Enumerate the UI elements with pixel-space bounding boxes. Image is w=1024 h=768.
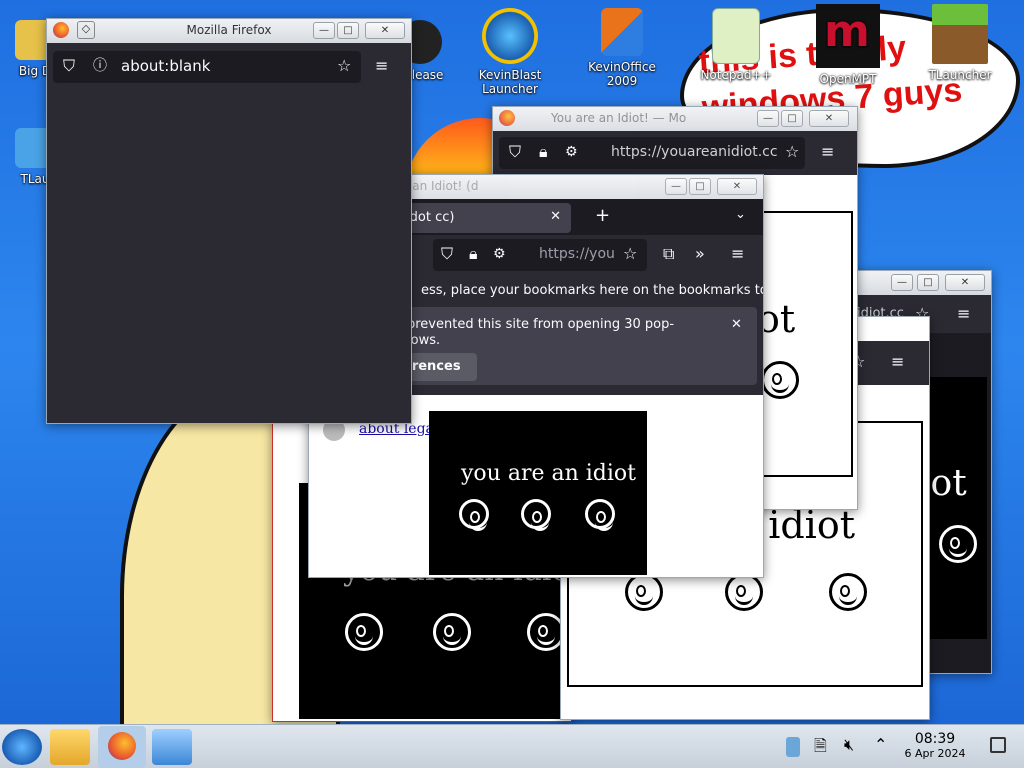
permissions-icon[interactable]: ⚙ xyxy=(565,137,578,167)
office-icon xyxy=(601,8,643,56)
firefox-blank-window[interactable]: ◇ Mozilla Firefox — □ ✕ ⛉ ⓘ about:blank … xyxy=(46,18,412,424)
desktop-icon-kevinblast[interactable]: KevinBlast Launcher xyxy=(462,8,558,96)
bookmark-star-icon[interactable]: ☆ xyxy=(623,239,637,269)
menu-icon[interactable]: ≡ xyxy=(821,137,834,167)
minimize-button[interactable]: — xyxy=(757,110,779,127)
popup-notice-text: prevented this site from opening 30 pop- xyxy=(407,317,675,332)
smiley-icon xyxy=(459,499,489,531)
url-bar[interactable]: ⛉ 🔒︎ ⚙ https://youareanidiot.cc ☆ xyxy=(499,137,805,169)
desktop-icon-kevinoffice[interactable]: KevinOffice 2009 xyxy=(574,8,670,88)
shield-icon: ⛉ xyxy=(441,244,454,263)
titlebar: — □ ✕ xyxy=(837,271,991,295)
extensions-icon[interactable]: ⧉ xyxy=(663,239,674,269)
shield-icon: ⛉ xyxy=(509,142,522,161)
show-desktop-icon[interactable] xyxy=(990,737,1006,753)
titlebar: You are an Idiot! — Mo — □ ✕ xyxy=(493,107,857,131)
close-button[interactable]: ✕ xyxy=(809,110,849,127)
lock-icon: 🔒︎ xyxy=(469,244,478,263)
file-manager-icon[interactable] xyxy=(50,729,90,765)
smiley-icon xyxy=(829,573,867,611)
close-notice-icon[interactable]: ✕ xyxy=(731,317,742,332)
minimize-button[interactable]: — xyxy=(891,274,913,291)
smiley-icon xyxy=(521,499,551,531)
maximize-button[interactable]: □ xyxy=(689,178,711,195)
maximize-button[interactable]: □ xyxy=(781,110,803,127)
smiley-icon xyxy=(625,573,663,611)
smiley-icon xyxy=(345,613,383,651)
smiley-icon xyxy=(433,613,471,651)
tray-expand-chevron-icon[interactable]: ⌃ xyxy=(874,735,887,754)
tab-list-chevron-icon[interactable]: ⌄ xyxy=(735,207,746,222)
volume-muted-icon[interactable]: 🔇︎ xyxy=(844,735,854,755)
minecraft-icon xyxy=(932,4,988,64)
minimize-button[interactable]: — xyxy=(313,22,335,39)
close-button[interactable]: ✕ xyxy=(365,22,405,39)
permissions-icon[interactable]: ⚙ xyxy=(493,239,506,269)
desktop-icon-notepadpp[interactable]: Notepad++ xyxy=(688,8,784,82)
idiot-text: you are an idiot xyxy=(461,461,637,486)
url-text[interactable]: https://youareanidiot.cc xyxy=(611,137,778,167)
smiley-icon xyxy=(585,499,615,531)
bookmark-star-icon[interactable]: ☆ xyxy=(337,51,351,81)
clipboard-tray-icon[interactable] xyxy=(786,737,800,757)
blast-icon xyxy=(482,8,538,64)
shield-icon: ⛉ xyxy=(63,56,76,75)
menu-icon[interactable]: ≡ xyxy=(731,239,744,269)
url-text[interactable]: about:blank xyxy=(121,51,210,81)
firefox-icon xyxy=(108,732,136,760)
titlebar: ◇ Mozilla Firefox — □ ✕ xyxy=(47,19,411,43)
system-settings-icon[interactable] xyxy=(152,729,192,765)
close-button[interactable]: ✕ xyxy=(717,178,757,195)
desktop-icon-tlauncher[interactable]: TLauncher xyxy=(912,4,1008,82)
taskbar: 🗎︎ 🔇︎ ⌃ 08:39 6 Apr 2024 xyxy=(0,724,1024,768)
new-tab-icon[interactable]: + xyxy=(595,205,610,226)
maximize-button[interactable]: □ xyxy=(917,274,939,291)
clock-date: 6 Apr 2024 xyxy=(904,747,966,760)
firefox-taskbar-button[interactable] xyxy=(98,726,146,768)
info-icon: ⓘ xyxy=(93,58,107,74)
maximize-button[interactable]: □ xyxy=(337,22,359,39)
smiley-icon xyxy=(761,361,799,399)
bookmark-star-icon[interactable]: ☆ xyxy=(785,137,799,167)
idiot-page: ot xyxy=(757,211,853,477)
idiot-page: about legacy site you are an idiot xyxy=(313,411,763,575)
menu-icon[interactable]: ≡ xyxy=(957,299,970,329)
start-button[interactable] xyxy=(2,729,42,765)
overflow-chevron-icon[interactable]: » xyxy=(695,239,705,269)
smiley-icon xyxy=(725,573,763,611)
minimize-button[interactable]: — xyxy=(665,178,687,195)
desktop-icon-openmpt[interactable]: m OpenMPT xyxy=(800,4,896,86)
notepad-icon xyxy=(712,8,760,64)
navbar: ⛉ ⓘ about:blank ☆ ≡ xyxy=(47,43,411,89)
blank-page xyxy=(47,89,411,423)
firefox-icon xyxy=(499,110,515,126)
url-bar[interactable]: ⛉ 🔒︎ ⚙ https://you ☆ xyxy=(433,239,647,271)
openmpt-icon: m xyxy=(816,4,880,68)
navbar: ⛉ 🔒︎ ⚙ https://youareanidiot.cc ☆ ≡ xyxy=(493,131,857,175)
tab-close-icon[interactable]: ✕ xyxy=(550,209,561,224)
menu-icon[interactable]: ≡ xyxy=(891,347,904,377)
menu-icon[interactable]: ≡ xyxy=(375,51,388,81)
clock[interactable]: 08:39 6 Apr 2024 xyxy=(898,731,972,760)
window-title: You are an Idiot! — Mo xyxy=(551,111,687,125)
idiot-black-panel: you are an idiot xyxy=(429,411,647,575)
notes-tray-icon[interactable]: 🗎︎ xyxy=(814,735,827,762)
smiley-icon xyxy=(939,525,977,563)
url-bar[interactable]: ⛉ ⓘ about:blank ☆ xyxy=(53,51,361,83)
clock-time: 08:39 xyxy=(914,731,956,747)
url-text[interactable]: https://you xyxy=(539,239,615,269)
lock-icon: 🔒︎ xyxy=(539,142,548,161)
close-button[interactable]: ✕ xyxy=(945,274,985,291)
